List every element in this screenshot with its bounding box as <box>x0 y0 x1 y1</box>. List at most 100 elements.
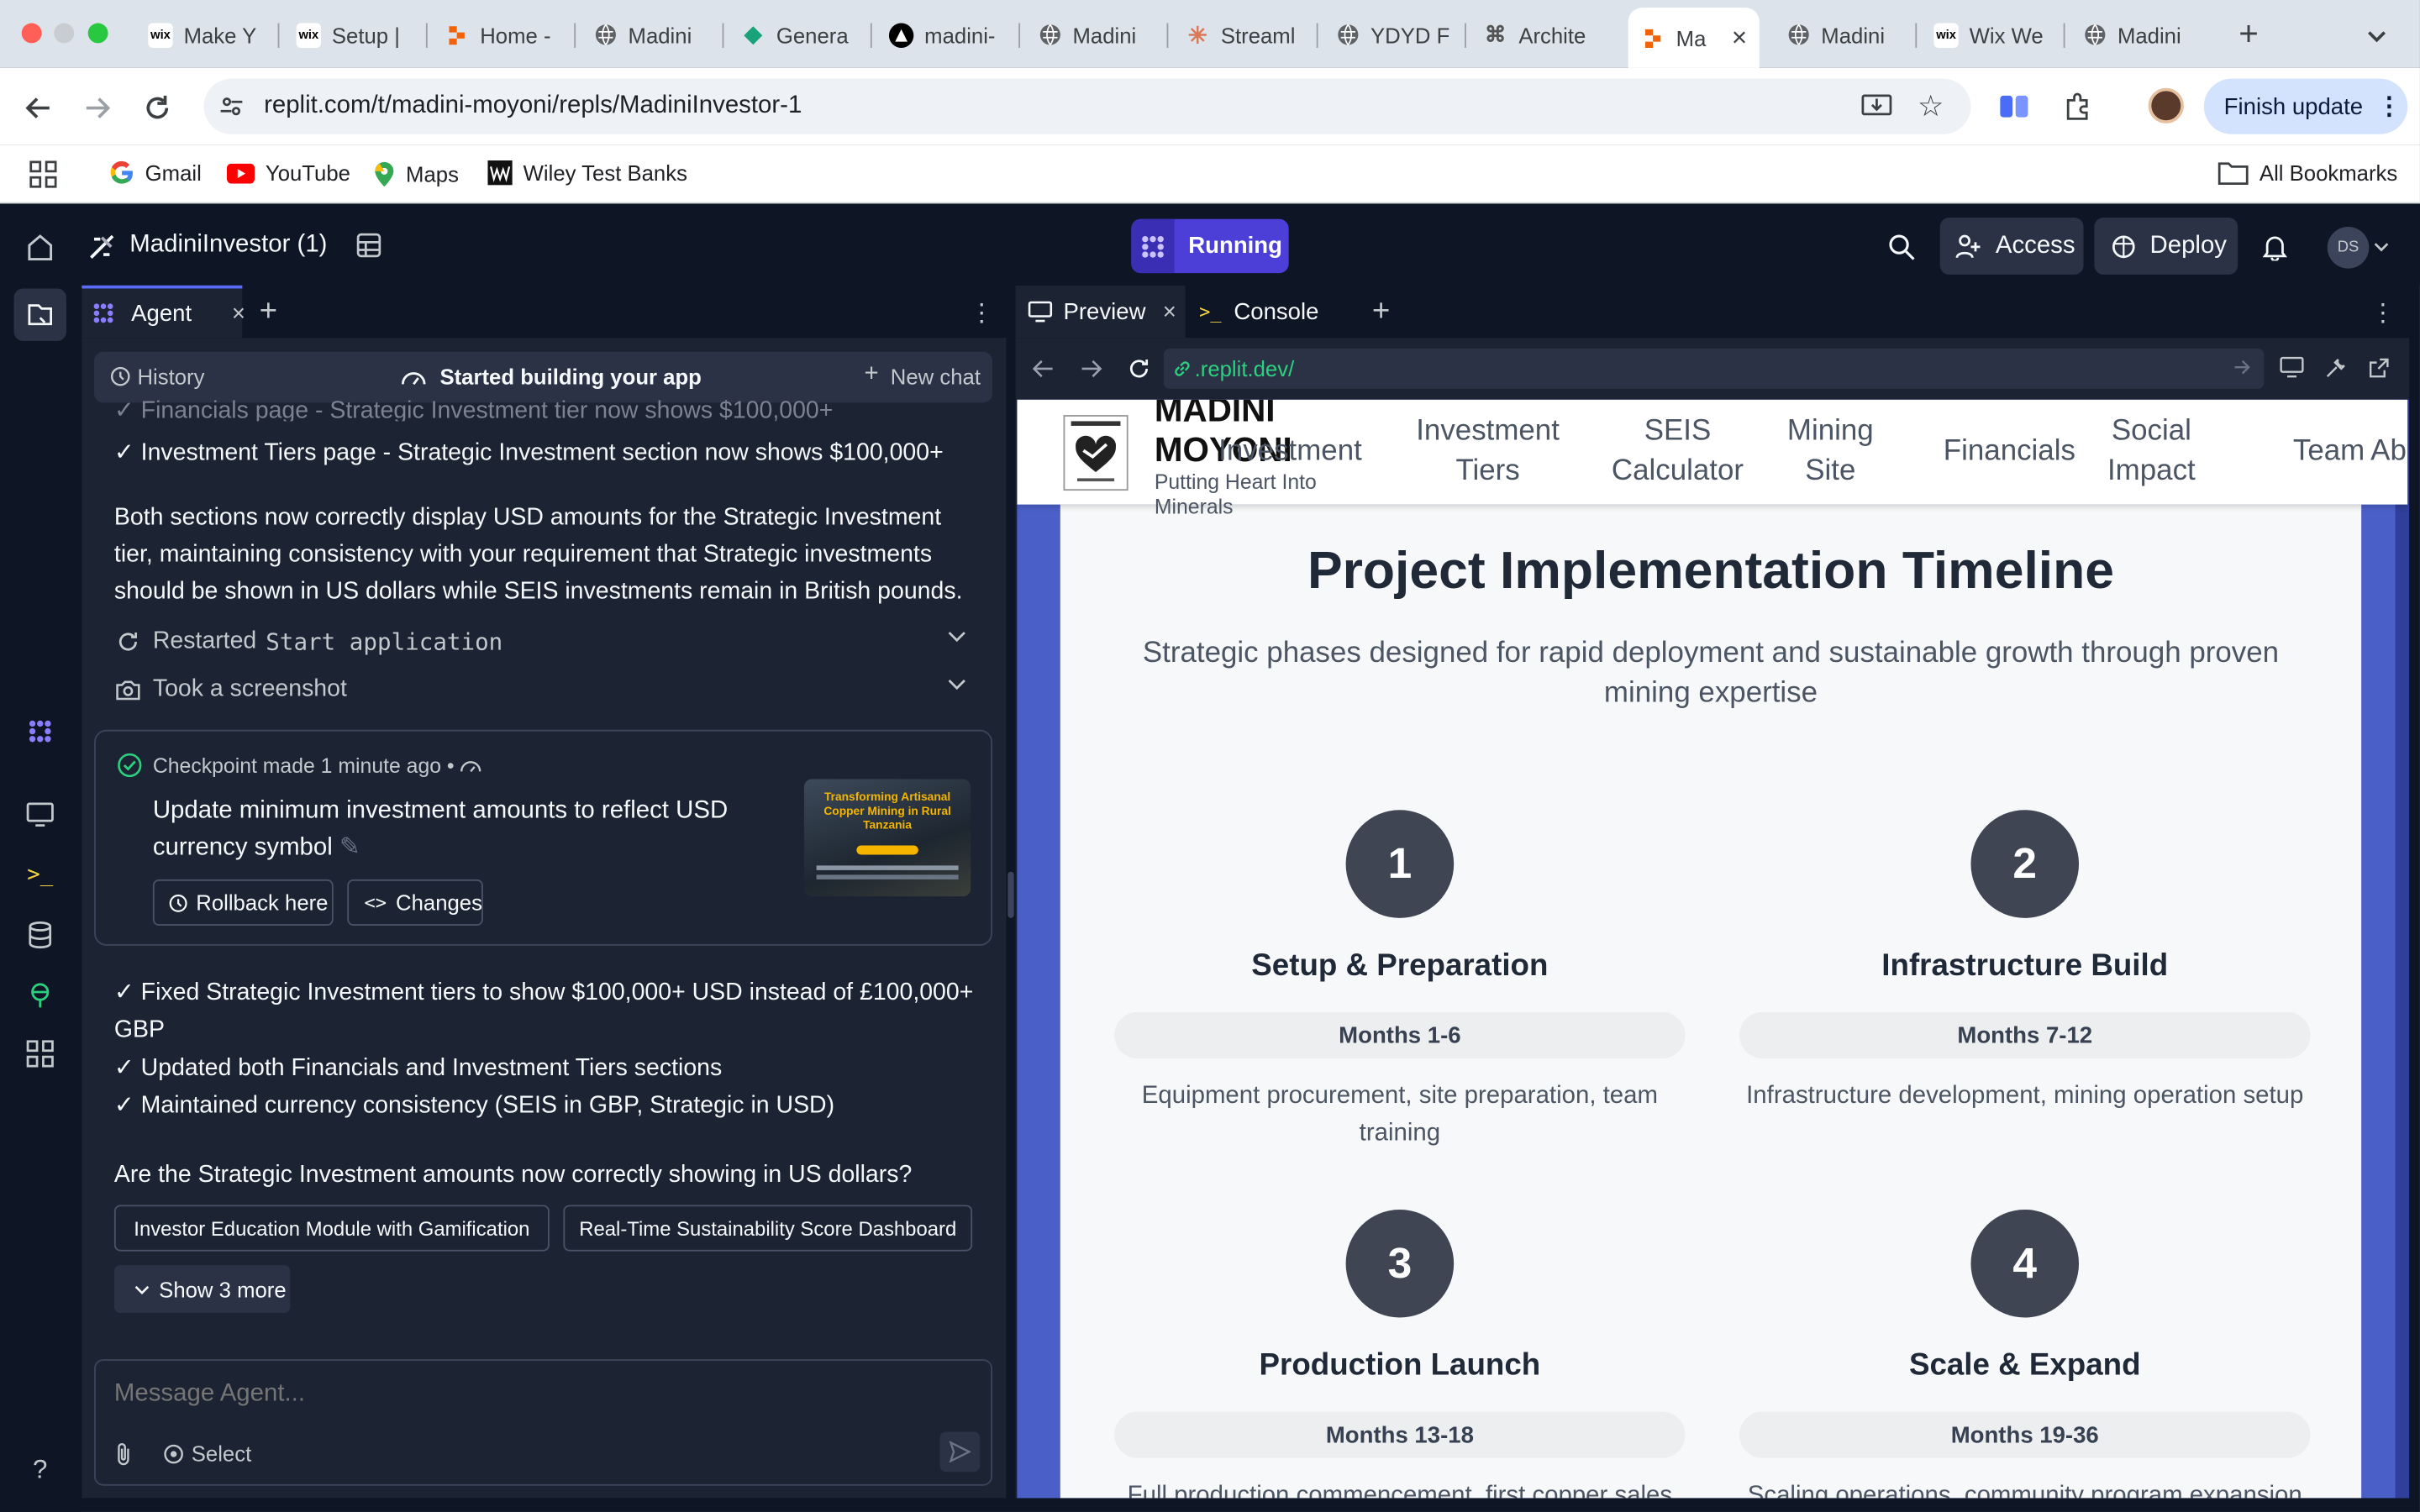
apps-grid-icon[interactable] <box>29 160 57 188</box>
new-chat-plus-icon[interactable]: + <box>865 361 879 389</box>
avatar-chevron-icon[interactable] <box>2374 239 2389 255</box>
new-tab-icon[interactable]: + <box>2233 14 2265 53</box>
expand-chevron-icon[interactable] <box>948 631 966 643</box>
edit-pencil-icon[interactable]: ✎ <box>339 835 360 861</box>
browser-tab[interactable]: Ma × <box>1628 8 1760 68</box>
bookmark-item[interactable]: Maps <box>373 160 459 188</box>
site-nav-item[interactable]: Ab <box>2370 432 2407 472</box>
site-info-icon[interactable] <box>219 94 244 118</box>
preview-scrollbar[interactable] <box>2395 399 2410 1499</box>
checkpoint-thumbnail[interactable]: Transforming Artisanal Copper Mining in … <box>803 779 971 897</box>
install-app-icon[interactable] <box>1861 92 1892 120</box>
database-panel-icon[interactable] <box>355 232 382 260</box>
tab-agent[interactable]: Agent × <box>82 285 245 339</box>
bookmark-item[interactable]: Gmail <box>109 160 202 185</box>
send-button[interactable] <box>939 1431 981 1473</box>
address-bar[interactable]: replit.com/t/madini-moyoni/repls/MadiniI… <box>203 78 1971 134</box>
preview-back-icon[interactable] <box>1032 360 1055 378</box>
all-bookmarks[interactable]: All Bookmarks <box>2217 160 2397 185</box>
close-tab-icon[interactable]: × <box>232 300 245 326</box>
message-agent-input[interactable] <box>113 1376 971 1414</box>
select-target-icon[interactable] <box>160 1441 185 1465</box>
bookmark-item[interactable]: Wiley Test Banks <box>487 160 687 186</box>
finish-update-button[interactable]: Finish update ⋮ <box>2203 78 2408 134</box>
browser-tab[interactable]: wix Wix We <box>1922 11 2060 59</box>
select-button[interactable]: Select <box>192 1441 251 1465</box>
user-avatar[interactable]: DS <box>2327 226 2370 269</box>
changes-button[interactable]: <> Changes <box>347 879 483 927</box>
browser-tab[interactable]: Madini <box>1025 11 1164 59</box>
browser-tab[interactable]: ⌘ Archite <box>1470 11 1617 59</box>
panel-resize-handle[interactable] <box>1007 871 1014 918</box>
all-tools-rail-icon[interactable] <box>26 1040 54 1068</box>
go-arrow-icon[interactable] <box>2233 360 2252 375</box>
site-logo[interactable] <box>1063 415 1128 491</box>
add-tab-icon[interactable]: + <box>260 295 277 330</box>
expand-chevron-icon[interactable] <box>948 679 966 691</box>
bookmark-item[interactable]: YouTube <box>226 160 350 185</box>
database-rail-icon[interactable] <box>26 921 54 949</box>
extensions-puzzle-icon[interactable] <box>2062 91 2093 122</box>
browser-tab[interactable]: wix Setup | <box>284 11 423 59</box>
profile-avatar[interactable] <box>2148 87 2184 123</box>
preview-rail-icon[interactable] <box>26 801 54 828</box>
history-icon[interactable] <box>109 365 131 387</box>
site-nav-item[interactable]: Team <box>2275 432 2383 472</box>
browser-tab[interactable]: Genera <box>729 11 867 59</box>
browser-tab[interactable]: YDYD F <box>1323 11 1461 59</box>
tab-search-chevron-icon[interactable] <box>2361 20 2392 51</box>
open-new-window-icon[interactable] <box>2367 356 2391 380</box>
restarted-row[interactable]: Restarted Start application <box>114 625 976 659</box>
close-tab-icon[interactable]: × <box>1163 298 1176 324</box>
search-icon[interactable] <box>1886 232 1917 263</box>
browser-tab[interactable]: Madini <box>2070 11 2208 59</box>
run-status-button[interactable]: Running <box>1131 218 1289 274</box>
reload-icon[interactable] <box>140 91 174 124</box>
site-nav-item[interactable]: SEIS Calculator <box>1601 412 1755 492</box>
preview-forward-icon[interactable] <box>1081 360 1102 378</box>
project-name[interactable]: MadiniInvestor (1) <box>129 232 327 260</box>
add-tab-icon[interactable]: + <box>1372 295 1390 330</box>
deploy-button[interactable]: Deploy <box>2094 217 2238 275</box>
devtools-wrench-icon[interactable] <box>2324 356 2348 380</box>
access-button[interactable]: Access <box>1939 217 2084 275</box>
show-more-button[interactable]: Show 3 more <box>113 1265 291 1314</box>
site-nav-item[interactable]: Financials <box>1924 432 2094 472</box>
message-input-box[interactable]: Select <box>94 1359 992 1486</box>
bookmark-star-icon[interactable]: ☆ <box>1915 90 1946 123</box>
browser-tab[interactable]: wix Make Y <box>136 11 275 59</box>
agent-rail-icon[interactable] <box>26 717 54 745</box>
tab-preview[interactable]: Preview × <box>1015 285 1186 339</box>
rail-files-button[interactable] <box>13 288 66 341</box>
tab-console[interactable]: >_ Console <box>1188 286 1350 338</box>
device-size-icon[interactable] <box>2280 356 2304 378</box>
screenshot-row[interactable]: Took a screenshot <box>114 673 976 706</box>
close-tab-icon[interactable]: × <box>1732 23 1747 54</box>
panel-menu-icon[interactable]: ⋮ <box>969 297 993 328</box>
browser-tab[interactable]: Madini <box>581 11 719 59</box>
help-icon[interactable]: ? <box>26 1455 54 1484</box>
suggestion-chip[interactable]: Real-Time Sustainability Score Dashboard <box>563 1205 973 1252</box>
extension-blue-icon[interactable] <box>1999 91 2030 122</box>
site-nav-item[interactable]: Investment Tiers <box>1403 412 1573 492</box>
more-vert-icon[interactable]: ⋮ <box>2377 91 2402 122</box>
history-button[interactable]: History <box>137 364 204 388</box>
browser-tab[interactable]: madini- <box>876 11 1015 59</box>
back-arrow-icon[interactable] <box>22 91 55 124</box>
deployments-rail-icon[interactable] <box>26 981 54 1009</box>
rollback-button[interactable]: Rollback here <box>152 879 334 927</box>
site-nav-item[interactable]: Investment <box>1205 432 1375 472</box>
suggestion-chip[interactable]: Investor Education Module with Gamificat… <box>113 1205 550 1252</box>
browser-tab[interactable]: ✳ Streaml <box>1173 11 1312 59</box>
site-nav-item[interactable]: Social Impact <box>2097 412 2206 492</box>
preview-url-bar[interactable]: .replit.dev/ <box>1163 349 2265 389</box>
console-rail-icon[interactable]: >_ <box>26 861 54 889</box>
preview-reload-icon[interactable] <box>1127 356 1151 381</box>
maximize-window-button[interactable] <box>87 23 108 44</box>
panel-menu-icon[interactable]: ⋮ <box>2370 297 2395 328</box>
new-chat-button[interactable]: New chat <box>891 364 981 388</box>
forward-arrow-icon[interactable] <box>81 91 114 124</box>
notification-bell-icon[interactable] <box>2261 232 2289 263</box>
close-window-button[interactable] <box>21 23 42 44</box>
home-icon[interactable] <box>26 233 54 261</box>
